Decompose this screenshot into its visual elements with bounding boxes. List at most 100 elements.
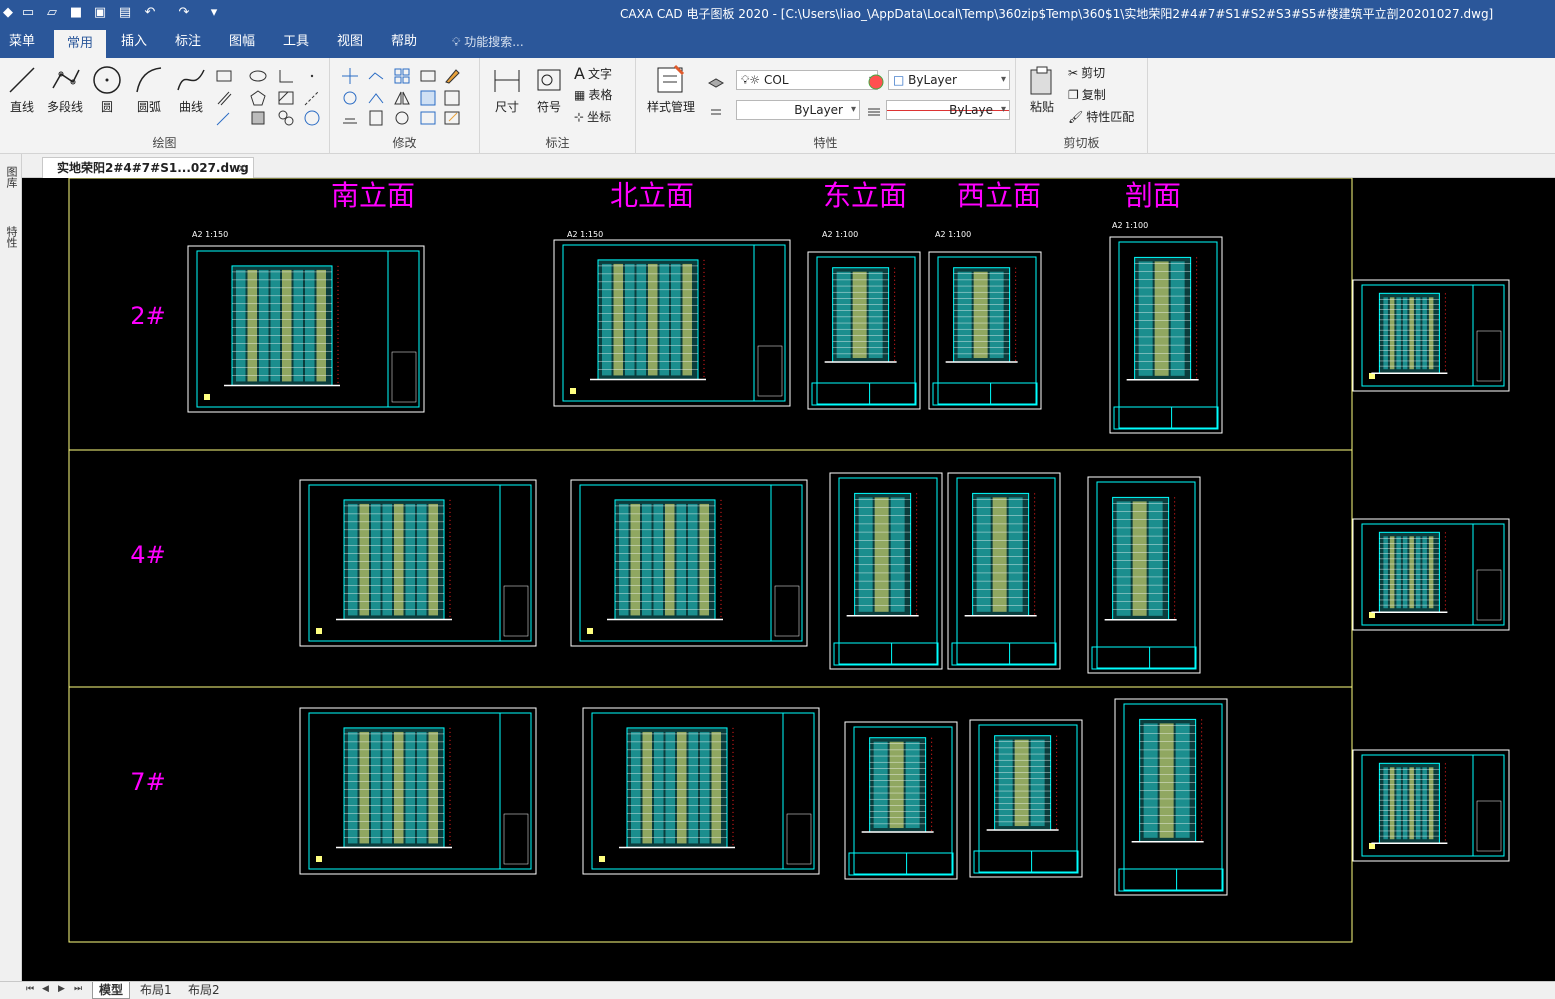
color-dropdown[interactable]: □ ByLayer xyxy=(888,70,1010,90)
column-title-north: 北立面 xyxy=(610,179,694,212)
equidistant-line-icon[interactable] xyxy=(214,108,232,126)
layer-manager-icon[interactable] xyxy=(706,72,725,90)
s7-section-window-column xyxy=(1175,723,1190,838)
s2-north-window-column xyxy=(636,263,646,376)
s7-north-window-column xyxy=(677,731,687,844)
redo-icon[interactable]: ↷ xyxy=(176,4,192,20)
hatch-icon[interactable] xyxy=(276,88,294,106)
tab-model[interactable]: 模型 xyxy=(92,982,131,999)
extend-icon[interactable] xyxy=(366,88,384,106)
center-line-icon[interactable] xyxy=(302,88,320,106)
tab-sheet[interactable]: 图幅 xyxy=(218,26,266,58)
edit-icon[interactable] xyxy=(442,108,460,126)
offset-icon[interactable] xyxy=(340,108,358,126)
tab-view[interactable]: 视图 xyxy=(326,26,374,58)
explode-icon[interactable] xyxy=(442,88,460,106)
s7-south-stamp-area xyxy=(503,813,529,865)
save-icon[interactable]: ■ xyxy=(68,4,84,20)
erase-icon[interactable] xyxy=(442,66,460,84)
text-button[interactable]: A 文字 xyxy=(574,64,612,83)
tab-insert[interactable]: 插入 xyxy=(110,26,158,58)
layer-dropdown[interactable]: 💡︎☼ COL xyxy=(736,70,878,90)
s2-west-window-column xyxy=(973,271,988,359)
rotate-icon[interactable] xyxy=(340,88,358,106)
line-button[interactable]: 直线 xyxy=(4,64,40,115)
arc-button[interactable]: 圆弧 xyxy=(130,64,168,115)
scale-note-north: A2 1:150 xyxy=(567,230,603,239)
tab-help[interactable]: 帮助 xyxy=(380,26,428,58)
undo-icon[interactable]: ↶ xyxy=(142,4,158,20)
s7-south-title-block xyxy=(499,712,532,870)
tab-tools[interactable]: 工具 xyxy=(272,26,320,58)
angle-line-icon[interactable] xyxy=(276,66,294,84)
open-file-icon[interactable]: ▱ xyxy=(44,4,60,20)
new-file-icon[interactable]: ▭ xyxy=(20,4,36,20)
s4-north-window-column xyxy=(619,503,629,616)
tab-annotate[interactable]: 标注 xyxy=(164,26,212,58)
circle-button[interactable]: 圆 xyxy=(90,64,124,115)
lineweight-icon[interactable] xyxy=(864,102,882,120)
drawing-canvas[interactable]: 南立面 北立面 东立面 西立面 剖面 2# 4# 7# A2 1:150 A2 … xyxy=(22,178,1555,981)
block-icon[interactable] xyxy=(248,108,266,126)
app-logo-icon[interactable]: ◆ xyxy=(0,4,16,20)
parallel-line-icon[interactable] xyxy=(214,88,232,106)
insert-image-icon[interactable] xyxy=(302,108,320,126)
print-icon[interactable]: ▤ xyxy=(117,4,133,20)
color-wheel-icon[interactable] xyxy=(866,72,884,90)
scale-icon[interactable] xyxy=(418,88,436,106)
polyline-button[interactable]: 多段线 xyxy=(42,64,88,115)
s4-west-window-column xyxy=(976,497,991,612)
move-icon[interactable] xyxy=(340,66,358,84)
tab-layout1[interactable]: 布局1 xyxy=(134,982,178,999)
tab-common[interactable]: 常用 xyxy=(54,30,106,58)
dimension-button[interactable]: 尺寸 xyxy=(488,64,526,115)
window-title: CAXA CAD 电子图板 2020 - [C:\Users\liao_\App… xyxy=(620,7,1494,21)
point-icon[interactable] xyxy=(302,66,320,84)
line-list-icon[interactable] xyxy=(706,102,724,120)
coordinate-button[interactable]: ⊹ 坐标 xyxy=(574,108,611,125)
color-value: ByLayer xyxy=(908,73,957,87)
trim-icon[interactable] xyxy=(366,66,384,84)
document-tab[interactable]: 实地荣阳2#4#7#S1...027.dwg × xyxy=(42,157,254,179)
next-tab-icon[interactable]: ▶ xyxy=(58,984,65,994)
array-icon[interactable] xyxy=(392,66,410,84)
cut-button[interactable]: ✂ 剪切 xyxy=(1068,64,1105,81)
table-button[interactable]: ▦ 表格 xyxy=(574,86,612,103)
polygon-icon[interactable] xyxy=(248,88,266,106)
prev-tab-icon[interactable]: ◀ xyxy=(42,984,49,994)
break-icon[interactable] xyxy=(418,108,436,126)
copy-button[interactable]: ❐ 复制 xyxy=(1068,86,1106,103)
style-manager-button[interactable]: 样式管理 xyxy=(640,64,702,115)
mirror-icon[interactable] xyxy=(392,88,410,106)
fillet-icon[interactable] xyxy=(366,108,384,126)
menu-main[interactable]: 菜单 xyxy=(0,26,44,58)
s4-north-window-column xyxy=(688,503,698,616)
stretch-icon[interactable] xyxy=(418,66,436,84)
tab-layout2[interactable]: 布局2 xyxy=(182,982,226,999)
group-icon[interactable] xyxy=(276,108,294,126)
paste-button[interactable]: 粘贴 xyxy=(1022,64,1062,115)
s7-north-window-column xyxy=(700,731,710,844)
last-tab-icon[interactable]: ⏭ xyxy=(74,984,82,994)
match-properties-button[interactable]: 🖌︎ 特性匹配 xyxy=(1068,108,1134,125)
s2-plan-window-column xyxy=(1389,297,1395,370)
chamfer-icon[interactable] xyxy=(392,108,410,126)
s4-north-stamp-area xyxy=(774,585,800,637)
customize-quick-access-icon[interactable]: ▾ xyxy=(206,4,222,20)
lineweight-dropdown[interactable]: ByLaye xyxy=(886,100,1010,120)
s7-south-window-column xyxy=(417,731,427,844)
close-tab-icon[interactable]: × xyxy=(237,158,247,178)
linetype-dropdown[interactable]: ByLayer xyxy=(736,100,860,120)
feature-search[interactable]: 💡︎ 功能搜索... xyxy=(452,26,524,58)
symbol-button[interactable]: 符号 xyxy=(530,64,568,115)
ellipse-icon[interactable] xyxy=(248,66,267,84)
color-swatch-icon: □ xyxy=(893,73,905,87)
curve-button[interactable]: 曲线 xyxy=(172,64,210,115)
first-tab-icon[interactable]: ⏮ xyxy=(26,984,34,994)
save-as-icon[interactable]: ▣ xyxy=(92,4,108,20)
library-panel-tab[interactable]: 图库 xyxy=(3,166,19,188)
left-panel-tabs: 图库 特性 xyxy=(0,154,22,984)
rectangle-icon[interactable] xyxy=(214,66,232,84)
cut-label: 剪切 xyxy=(1081,66,1106,80)
properties-panel-tab[interactable]: 特性 xyxy=(3,226,19,248)
